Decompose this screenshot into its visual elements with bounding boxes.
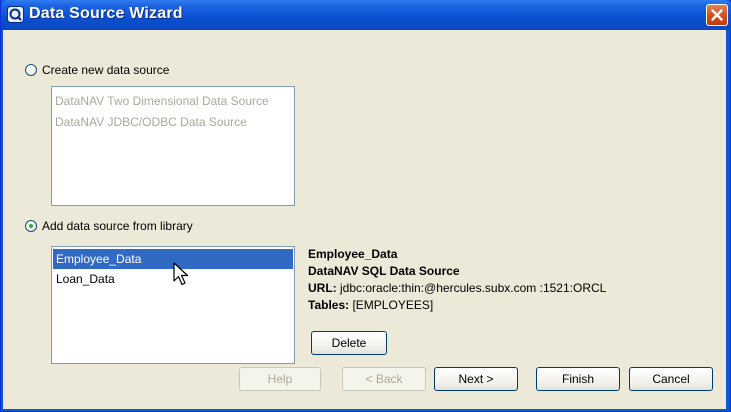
details-tables-label: Tables: <box>308 298 350 312</box>
list-item[interactable]: DataNAV JDBC/ODBC Data Source <box>52 112 294 133</box>
back-button[interactable]: < Back <box>342 367 426 391</box>
help-button[interactable]: Help <box>239 367 321 391</box>
window-title: Data Source Wizard <box>29 5 183 22</box>
mouse-pointer-icon <box>173 262 189 286</box>
create-new-radio[interactable] <box>25 64 37 76</box>
dialog-body: Create new data source DataNAV Two Dimen… <box>3 30 726 409</box>
library-radio-row[interactable]: Add data source from library <box>25 219 193 233</box>
close-button[interactable] <box>706 4 728 26</box>
delete-button[interactable]: Delete <box>311 331 387 355</box>
datanav-app-icon <box>7 6 24 23</box>
close-icon <box>711 9 723 21</box>
library-radio[interactable] <box>25 220 37 232</box>
cancel-button[interactable]: Cancel <box>629 367 713 391</box>
details-tables-value: [EMPLOYEES] <box>352 298 434 312</box>
create-new-label: Create new data source <box>42 63 170 77</box>
library-label: Add data source from library <box>42 219 193 233</box>
title-bar[interactable]: Data Source Wizard <box>1 0 731 30</box>
next-button[interactable]: Next > <box>434 367 518 391</box>
list-item[interactable]: DataNAV Two Dimensional Data Source <box>52 91 294 112</box>
details-url-value: jdbc:oracle:thin:@hercules.subx.com :152… <box>340 281 607 295</box>
source-details: Employee_Data DataNAV SQL Data Source UR… <box>308 246 606 314</box>
new-source-type-list[interactable]: DataNAV Two Dimensional Data Source Data… <box>51 86 295 206</box>
details-url-label: URL: <box>308 281 337 295</box>
details-name: Employee_Data <box>308 247 398 261</box>
details-type: DataNAV SQL Data Source <box>308 264 460 278</box>
create-new-radio-row[interactable]: Create new data source <box>25 63 169 77</box>
finish-button[interactable]: Finish <box>536 367 620 391</box>
